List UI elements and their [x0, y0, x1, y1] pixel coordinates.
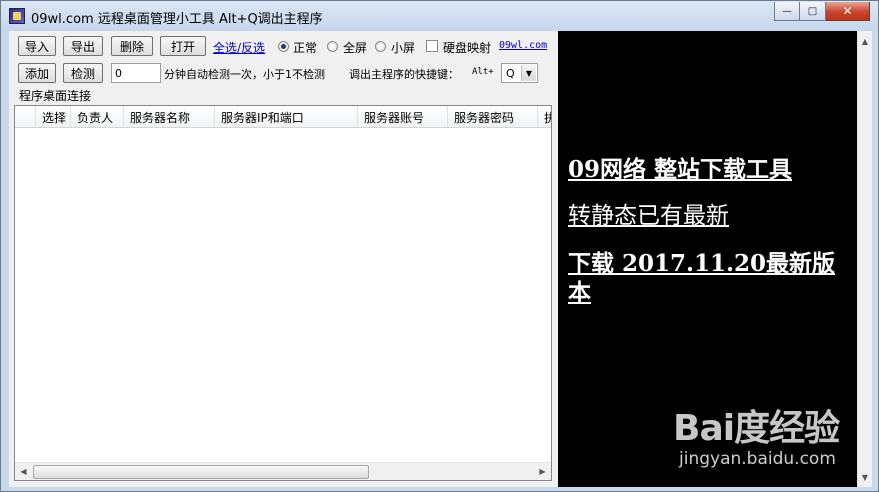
minimize-button[interactable]: — — [774, 2, 800, 21]
scroll-up-icon[interactable]: ▲ — [858, 33, 872, 49]
watermark-url: jingyan.baidu.com — [679, 449, 836, 469]
add-button[interactable]: 添加 — [18, 63, 56, 83]
group-label: 程序桌面连接 — [19, 89, 92, 103]
disk-mapping-label: 硬盘映射 — [443, 41, 492, 55]
app-icon — [9, 8, 25, 24]
window-title: 09wl.com 远程桌面管理小工具 Alt+Q调出主程序 — [31, 12, 323, 27]
open-button[interactable]: 打开 — [160, 36, 206, 56]
promo-link-latest-version[interactable]: 下载 2017.11.20最新版本 — [568, 249, 846, 307]
mode-fullscreen-label: 全屏 — [343, 41, 368, 55]
import-button[interactable]: 导入 — [18, 36, 56, 56]
column-header-blank[interactable] — [15, 106, 36, 127]
scroll-right-icon[interactable]: ▶ — [534, 463, 551, 480]
list-header: 选择 负责人 服务器名称 服务器IP和端口 服务器账号 服务器密码 执 — [15, 106, 551, 128]
title-bar[interactable]: 09wl.com 远程桌面管理小工具 Alt+Q调出主程序 — □ ✕ — [1, 1, 878, 31]
app-window: 09wl.com 远程桌面管理小工具 Alt+Q调出主程序 — □ ✕ 导入 导… — [0, 0, 879, 492]
delete-button[interactable]: 删除 — [111, 36, 153, 56]
interval-description: 分钟自动检测一次，小于1不检测 — [164, 68, 325, 81]
scroll-left-icon[interactable]: ◀ — [15, 463, 32, 480]
horizontal-scroll-thumb[interactable] — [33, 465, 369, 479]
baidu-jingyan-watermark: Bai度经验 jingyan.baidu.com — [673, 399, 873, 477]
site-link[interactable]: 09wl.com — [499, 40, 547, 51]
mode-small-label: 小屏 — [391, 41, 416, 55]
horizontal-scrollbar[interactable]: ◀ ▶ — [15, 462, 551, 480]
promo-link-download-tool[interactable]: 09网络 整站下载工具 — [568, 155, 846, 184]
close-button[interactable]: ✕ — [826, 2, 870, 21]
column-header-password[interactable]: 服务器密码 — [448, 106, 538, 127]
column-header-more[interactable]: 执 — [538, 106, 551, 127]
maximize-button[interactable]: □ — [800, 2, 826, 21]
hotkey-select[interactable]: Q ▼ — [501, 63, 538, 83]
disk-mapping-checkbox[interactable] — [426, 40, 438, 52]
mode-fullscreen-radio[interactable] — [327, 41, 338, 52]
hotkey-prefix: Alt+ — [472, 67, 494, 77]
chevron-down-icon: ▼ — [521, 65, 536, 81]
column-header-server-ip[interactable]: 服务器IP和端口 — [215, 106, 358, 127]
interval-input[interactable] — [111, 63, 161, 83]
column-header-select[interactable]: 选择 — [36, 106, 71, 127]
export-button[interactable]: 导出 — [63, 36, 103, 56]
caption-buttons: — □ ✕ — [774, 2, 870, 22]
mode-normal-radio[interactable] — [278, 41, 289, 52]
promo-link-static[interactable]: 转静态已有最新 — [568, 202, 846, 231]
manager-panel: 导入 导出 删除 打开 全选/反选 正常 全屏 小屏 硬盘映射 09wl.com… — [9, 31, 558, 487]
connections-list[interactable]: 选择 负责人 服务器名称 服务器IP和端口 服务器账号 服务器密码 执 ◀ ▶ — [14, 105, 552, 481]
check-button[interactable]: 检测 — [63, 63, 103, 83]
hotkey-select-value: Q — [506, 67, 515, 80]
mode-normal-label: 正常 — [293, 41, 318, 55]
column-header-owner[interactable]: 负责人 — [71, 106, 124, 127]
hotkey-label: 调出主程序的快捷键： — [349, 68, 459, 81]
column-header-account[interactable]: 服务器账号 — [358, 106, 448, 127]
watermark-logo: Bai度经验 — [673, 408, 840, 449]
mode-small-radio[interactable] — [375, 41, 386, 52]
column-header-server-name[interactable]: 服务器名称 — [124, 106, 215, 127]
select-all-link[interactable]: 全选/反选 — [213, 39, 265, 56]
